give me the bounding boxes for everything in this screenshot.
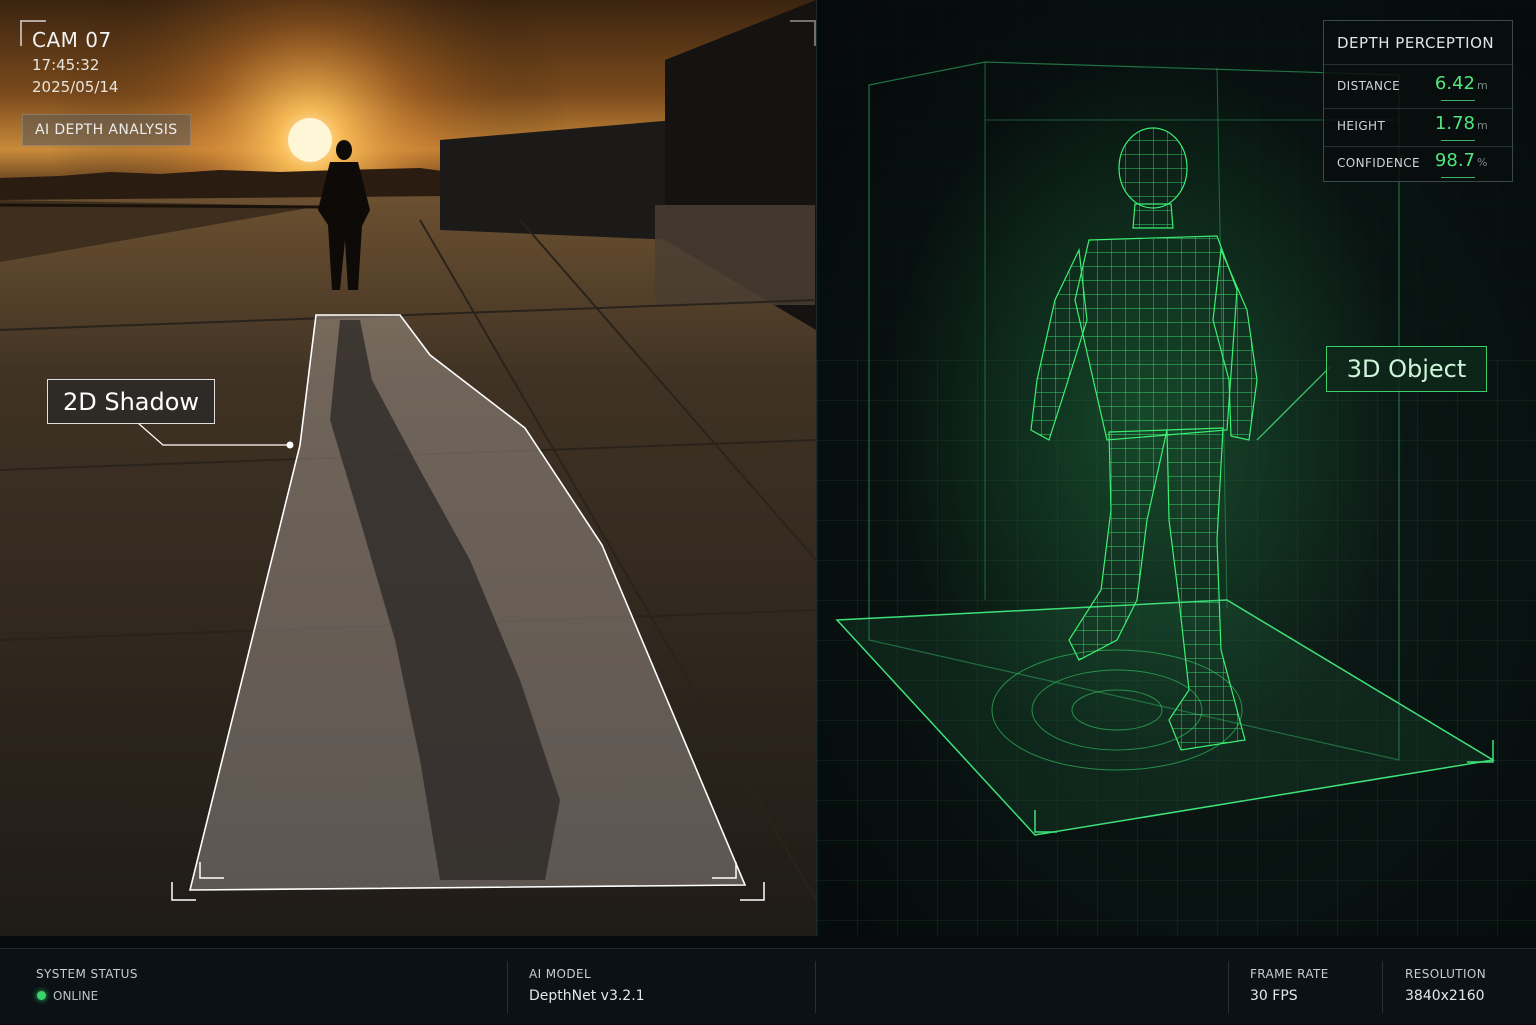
status-ai-model: AI MODEL DepthNet v3.2.1 xyxy=(529,949,809,1025)
depth-label: CONFIDENCE xyxy=(1337,156,1421,170)
depth-divider xyxy=(1324,64,1514,65)
status-value: ONLINE xyxy=(53,989,99,1003)
analysis-badge: AI DEPTH ANALYSIS xyxy=(22,114,191,146)
status-separator xyxy=(815,961,816,1013)
status-frame-rate: FRAME RATE 30 FPS xyxy=(1250,949,1370,1025)
status-label: RESOLUTION xyxy=(1405,967,1487,981)
status-separator xyxy=(1228,961,1229,1013)
status-separator xyxy=(1382,961,1383,1013)
object-label: 3D Object xyxy=(1326,346,1487,392)
shadow-label: 2D Shadow xyxy=(47,379,215,424)
status-resolution: RESOLUTION 3840x2160 xyxy=(1405,949,1525,1025)
depth-label: HEIGHT xyxy=(1337,119,1386,133)
camera-time: 17:45:32 xyxy=(32,56,100,74)
frame-corner-tr xyxy=(790,20,816,46)
green-dot-icon xyxy=(37,991,46,1000)
depth-row-height: HEIGHT 1.78 m xyxy=(1337,113,1503,141)
depth-panel-title: DEPTH PERCEPTION xyxy=(1337,34,1495,52)
depth-value: 6.42 xyxy=(1434,73,1475,94)
depth-divider xyxy=(1324,146,1514,147)
status-label: FRAME RATE xyxy=(1250,967,1329,981)
depth-value: 98.7 xyxy=(1434,150,1475,171)
depth-divider xyxy=(1324,108,1514,109)
status-label: SYSTEM STATUS xyxy=(36,967,138,981)
status-system: SYSTEM STATUS ONLINE xyxy=(36,949,496,1025)
camera-date: 2025/05/14 xyxy=(32,78,119,96)
depth-unit: m xyxy=(1477,79,1488,92)
status-value: DepthNet v3.2.1 xyxy=(529,988,645,1004)
depth-row-confidence: CONFIDENCE 98.7 % xyxy=(1337,150,1503,178)
camera-title: CAM 07 xyxy=(32,28,112,52)
depth-unit: m xyxy=(1477,119,1488,132)
depth-perception-panel: DEPTH PERCEPTION DISTANCE 6.42 m HEIGHT … xyxy=(1323,20,1514,182)
value-underline xyxy=(1441,177,1475,178)
camera-info: CAM 07 17:45:32 2025/05/14 xyxy=(32,28,118,96)
depth-label: DISTANCE xyxy=(1337,79,1401,93)
value-underline xyxy=(1441,140,1475,141)
status-bar: SYSTEM STATUS ONLINE AI MODEL DepthNet v… xyxy=(0,948,1536,1024)
status-value: 30 FPS xyxy=(1250,988,1298,1004)
depth-value: 1.78 xyxy=(1434,113,1475,134)
depth-unit: % xyxy=(1477,156,1488,169)
depth-row-distance: DISTANCE 6.42 m xyxy=(1337,73,1503,101)
status-separator xyxy=(507,961,508,1013)
status-value: 3840x2160 xyxy=(1405,988,1485,1004)
camera-view-panel: CAM 07 17:45:32 2025/05/14 AI DEPTH ANAL… xyxy=(0,0,816,936)
status-label: AI MODEL xyxy=(529,967,592,981)
value-underline xyxy=(1441,100,1475,101)
